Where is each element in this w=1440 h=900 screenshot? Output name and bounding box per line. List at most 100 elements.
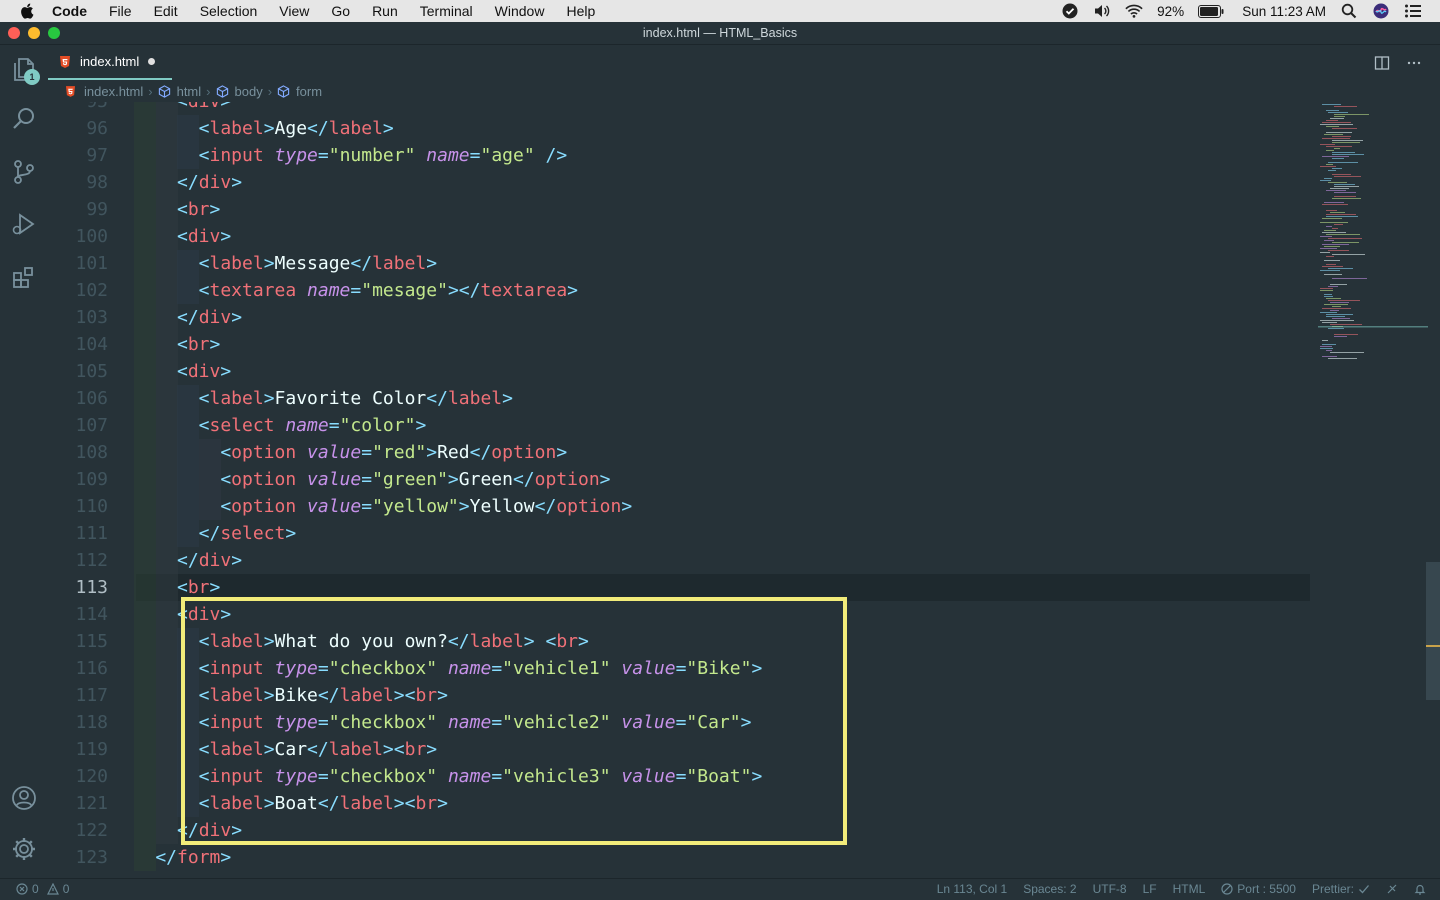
code-line[interactable]: 105 <div> (48, 358, 1310, 385)
token: Green (458, 469, 513, 490)
code-line[interactable]: 111 </select> (48, 520, 1310, 547)
feedback-icon[interactable] (1386, 883, 1398, 895)
code-text[interactable]: <br> (177, 331, 220, 358)
code-text[interactable]: </form> (155, 844, 231, 871)
code-text[interactable]: </div> (177, 169, 242, 196)
code-text[interactable]: <input type="number" name="age" /> (199, 142, 568, 169)
code-text[interactable]: <option value="yellow">Yellow</option> (220, 493, 632, 520)
menu-help[interactable]: Help (566, 3, 595, 19)
search-icon[interactable] (10, 105, 38, 133)
notification-center-icon[interactable] (1404, 3, 1422, 19)
apple-icon[interactable] (19, 3, 37, 19)
code-text[interactable]: <option value="red">Red</option> (220, 439, 567, 466)
prettier-status[interactable]: Prettier: (1312, 882, 1370, 896)
file-encoding[interactable]: UTF-8 (1093, 882, 1127, 896)
html5-file-icon (60, 55, 70, 68)
tab-label: index.html (80, 54, 140, 69)
cursor-position[interactable]: Ln 113, Col 1 (937, 882, 1008, 896)
code-text[interactable]: <label>Favorite Color</label> (199, 385, 513, 412)
code-text[interactable]: <br> (177, 196, 220, 223)
spotlight-search-icon[interactable] (1340, 3, 1358, 19)
menu-window[interactable]: Window (495, 3, 545, 19)
indent-guide (177, 250, 200, 277)
account-icon[interactable] (10, 784, 38, 812)
code-line[interactable]: 109 <option value="green">Green</option> (48, 466, 1310, 493)
minimap-line (1320, 248, 1337, 249)
language-mode[interactable]: HTML (1173, 882, 1206, 896)
code-line[interactable]: 98 </div> (48, 169, 1310, 196)
code-line[interactable]: 96 <label>Age</label> (48, 115, 1310, 142)
code-line[interactable]: 106 <label>Favorite Color</label> (48, 385, 1310, 412)
code-text[interactable]: <div> (177, 358, 231, 385)
tab-index-html[interactable]: index.html (48, 45, 172, 80)
token: ></ (447, 280, 481, 301)
code-text[interactable]: </div> (177, 304, 242, 331)
code-line[interactable]: 104 <br> (48, 331, 1310, 358)
menu-view[interactable]: View (279, 3, 309, 19)
menu-selection[interactable]: Selection (200, 3, 258, 19)
extensions-icon[interactable] (10, 263, 38, 291)
token: > (231, 550, 243, 571)
code-line[interactable]: 112 </div> (48, 547, 1310, 574)
code-line[interactable]: 97 <input type="number" name="age" /> (48, 142, 1310, 169)
notifications-bell-icon[interactable] (1414, 883, 1426, 895)
menu-app-name[interactable]: Code (52, 3, 87, 19)
code-text[interactable]: <textarea name="mesage"></textarea> (199, 277, 578, 304)
code-line[interactable]: 110 <option value="yellow">Yellow</option… (48, 493, 1310, 520)
code-text[interactable]: <div> (177, 223, 231, 250)
breadcrumb-body[interactable]: body (235, 84, 263, 99)
breadcrumb-form[interactable]: form (296, 84, 322, 99)
code-text[interactable]: </select> (199, 520, 297, 547)
menu-edit[interactable]: Edit (154, 3, 178, 19)
code-text[interactable]: <option value="green">Green</option> (220, 466, 610, 493)
menu-file[interactable]: File (109, 3, 132, 19)
menu-go[interactable]: Go (331, 3, 350, 19)
code-line[interactable]: 99 <br> (48, 196, 1310, 223)
minimap-line (1326, 190, 1346, 191)
breadcrumb-file[interactable]: index.html (84, 84, 143, 99)
siri-icon[interactable] (1372, 3, 1390, 19)
editor-scrollbar-thumb[interactable] (1426, 562, 1440, 700)
minimap-line (1334, 106, 1357, 107)
split-editor-icon[interactable] (1374, 55, 1390, 71)
token: option (231, 442, 297, 463)
code-line[interactable]: 108 <option value="red">Red</option> (48, 439, 1310, 466)
code-line[interactable]: 100 <div> (48, 223, 1310, 250)
menu-run[interactable]: Run (372, 3, 398, 19)
code-line[interactable]: 95 <div> (48, 102, 1310, 115)
code-line[interactable]: 103 </div> (48, 304, 1310, 331)
minimap[interactable] (1318, 102, 1428, 372)
more-actions-icon[interactable] (1406, 55, 1422, 71)
wifi-icon[interactable] (1125, 3, 1143, 19)
volume-icon[interactable] (1093, 3, 1111, 19)
code-line[interactable]: 101 <label>Message</label> (48, 250, 1310, 277)
macos-menubar: Code File Edit Selection View Go Run Ter… (0, 0, 1440, 22)
battery-icon[interactable] (1198, 4, 1224, 18)
checkmark-circle-icon[interactable] (1061, 3, 1079, 19)
code-text[interactable]: <label>Message</label> (199, 250, 437, 277)
end-of-line[interactable]: LF (1143, 882, 1157, 896)
live-server-port[interactable]: Port : 5500 (1221, 882, 1296, 896)
unsaved-dot-icon[interactable] (148, 58, 156, 65)
settings-gear-icon[interactable] (10, 835, 38, 863)
indent-guide (177, 466, 200, 493)
code-text[interactable]: <select name="color"> (199, 412, 427, 439)
problems-indicator[interactable]: 0 0 (16, 882, 69, 896)
code-line[interactable]: 102 <textarea name="mesage"></textarea> (48, 277, 1310, 304)
code-line[interactable]: 107 <select name="color"> (48, 412, 1310, 439)
menu-terminal[interactable]: Terminal (420, 3, 473, 19)
code-text[interactable]: </div> (177, 547, 242, 574)
code-text[interactable]: <div> (177, 102, 231, 115)
indent-guide (155, 439, 178, 466)
indentation-setting[interactable]: Spaces: 2 (1023, 882, 1076, 896)
code-editor[interactable]: 95<div>96<label>Age</label>97<input type… (48, 102, 1440, 878)
token: </ (177, 172, 199, 193)
source-control-icon[interactable] (10, 158, 38, 186)
indent-guide (134, 304, 156, 331)
breadcrumb-html[interactable]: html (177, 84, 202, 99)
code-text[interactable]: <label>Age</label> (199, 115, 394, 142)
menubar-clock[interactable]: Sun 11:23 AM (1242, 4, 1326, 19)
code-line[interactable]: 123 </form> (48, 844, 1310, 871)
token: > (426, 442, 438, 463)
run-debug-icon[interactable] (10, 210, 38, 238)
